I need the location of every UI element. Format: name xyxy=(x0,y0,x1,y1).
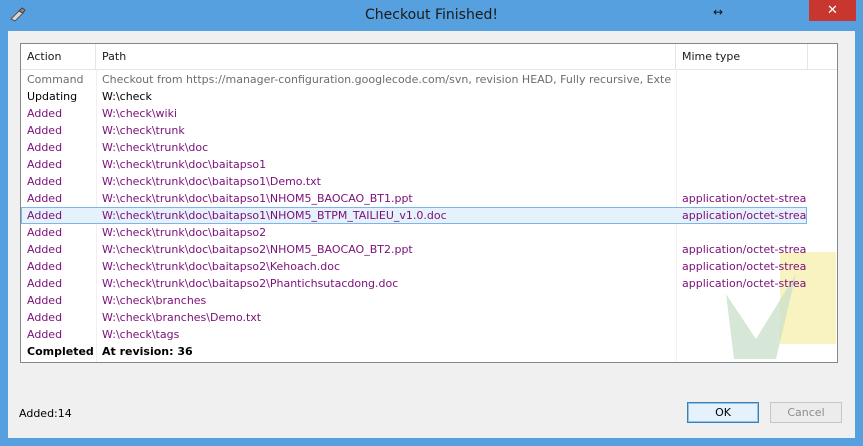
table-row[interactable]: Added W:\check\trunk\doc\baitapso1 xyxy=(21,156,837,173)
column-header-path[interactable]: Path xyxy=(96,44,676,69)
row-mime-type: application/octet-stream xyxy=(682,277,807,290)
row-path: W:\check\trunk xyxy=(102,124,185,137)
row-mime-type xyxy=(682,122,807,139)
table-row[interactable]: Command Checkout from https://manager-con… xyxy=(21,71,837,88)
title-bar[interactable]: Checkout Finished! ↔ ✕ xyxy=(0,0,863,32)
row-action: Added xyxy=(27,209,63,222)
dialog-window: Checkout Finished! ↔ ✕ Action Path Mime … xyxy=(0,0,863,446)
dialog-body: Action Path Mime type Command Checkout fr… xyxy=(8,31,855,438)
row-action: Added xyxy=(27,124,63,137)
row-mime-type xyxy=(682,224,807,241)
ok-button-label: OK xyxy=(715,406,731,419)
row-mime-type: application/octet-stream xyxy=(682,192,807,205)
row-path: W:\check\trunk\doc xyxy=(102,141,209,154)
row-action: Added xyxy=(27,226,63,239)
table-row[interactable]: Added W:\check\trunk\doc\baitapso2\Kehoac… xyxy=(21,258,837,275)
cancel-button[interactable]: Cancel xyxy=(770,402,842,423)
list-header: Action Path Mime type xyxy=(21,44,837,70)
row-action: Updating xyxy=(27,90,78,103)
row-path: W:\check\trunk\doc\baitapso1\NHOM5_BTPM_… xyxy=(102,209,447,222)
ok-button[interactable]: OK xyxy=(687,402,759,423)
table-row[interactable]: Added W:\check\trunk\doc\baitapso2 xyxy=(21,224,837,241)
row-action: Added xyxy=(27,107,63,120)
row-path: W:\check\trunk\doc\baitapso2 xyxy=(102,226,267,239)
row-action: Added xyxy=(27,175,63,188)
window-title: Checkout Finished! xyxy=(365,7,498,23)
close-icon: ✕ xyxy=(827,3,838,18)
table-row[interactable]: Completed At revision: 36 xyxy=(21,343,837,360)
row-action: Added xyxy=(27,243,63,256)
row-path: W:\check\tags xyxy=(102,328,180,341)
results-list[interactable]: Action Path Mime type Command Checkout fr… xyxy=(20,43,838,363)
row-mime-type xyxy=(682,343,807,360)
list-rows: Command Checkout from https://manager-con… xyxy=(21,71,837,360)
column-header-action[interactable]: Action xyxy=(21,44,96,69)
row-mime-type: application/octet-stream xyxy=(682,209,807,222)
row-action: Added xyxy=(27,260,63,273)
row-mime-type xyxy=(682,71,807,88)
cancel-button-label: Cancel xyxy=(787,406,825,419)
table-row[interactable]: Added W:\check\wiki xyxy=(21,105,837,122)
row-mime-type xyxy=(682,139,807,156)
table-row[interactable]: Added W:\check\trunk\doc xyxy=(21,139,837,156)
row-mime-type xyxy=(682,292,807,309)
row-mime-type xyxy=(682,88,807,105)
table-row[interactable]: Added W:\check\tags xyxy=(21,326,837,343)
row-action: Added xyxy=(27,328,63,341)
table-row[interactable]: Added W:\check\trunk\doc\baitapso2\NHOM5_… xyxy=(21,241,837,258)
column-header-mime-type[interactable]: Mime type xyxy=(676,44,808,69)
row-mime-type xyxy=(682,156,807,173)
close-button[interactable]: ✕ xyxy=(809,0,856,21)
table-row[interactable]: Added W:\check\trunk\doc\baitapso2\Phanti… xyxy=(21,275,837,292)
row-action: Completed xyxy=(27,345,94,358)
resize-icon[interactable]: ↔ xyxy=(713,5,723,19)
row-action: Command xyxy=(27,73,84,86)
row-path: W:\check\branches\Demo.txt xyxy=(102,311,262,324)
table-row[interactable]: Added W:\check\trunk\doc\baitapso1\NHOM5_… xyxy=(21,207,807,224)
row-path: W:\check\trunk\doc\baitapso2\Kehoach.doc xyxy=(102,260,341,273)
row-path: W:\check\trunk\doc\baitapso2\Phantichsut… xyxy=(102,277,399,290)
table-row[interactable]: Added W:\check\branches\Demo.txt xyxy=(21,309,837,326)
row-mime-type xyxy=(682,173,807,190)
row-mime-type xyxy=(682,309,807,326)
row-path: W:\check\wiki xyxy=(102,107,178,120)
row-action: Added xyxy=(27,311,63,324)
row-mime-type: application/octet-stream xyxy=(682,260,807,273)
row-path: W:\check\trunk\doc\baitapso1 xyxy=(102,158,267,171)
row-action: Added xyxy=(27,158,63,171)
row-action: Added xyxy=(27,141,63,154)
row-path: W:\check xyxy=(102,90,152,103)
row-action: Added xyxy=(27,192,63,205)
row-mime-type: application/octet-stream xyxy=(682,243,807,256)
row-mime-type xyxy=(682,105,807,122)
table-row[interactable]: Added W:\check\trunk xyxy=(21,122,837,139)
row-path: At revision: 36 xyxy=(102,345,193,358)
table-row[interactable]: Added W:\check\trunk\doc\baitapso1\NHOM5_… xyxy=(21,190,837,207)
row-path: W:\check\trunk\doc\baitapso1\Demo.txt xyxy=(102,175,321,188)
status-text: Added:14 xyxy=(19,407,72,420)
table-row[interactable]: Updating W:\check xyxy=(21,88,837,105)
table-row[interactable]: Added W:\check\branches xyxy=(21,292,837,309)
row-action: Added xyxy=(27,277,63,290)
row-path: W:\check\trunk\doc\baitapso1\NHOM5_BAOCA… xyxy=(102,192,413,205)
row-action: Added xyxy=(27,294,63,307)
row-mime-type xyxy=(682,326,807,343)
row-path: Checkout from https://manager-configurat… xyxy=(102,73,672,86)
row-path: W:\check\trunk\doc\baitapso2\NHOM5_BAOCA… xyxy=(102,243,413,256)
table-row[interactable]: Added W:\check\trunk\doc\baitapso1\Demo.t… xyxy=(21,173,837,190)
row-path: W:\check\branches xyxy=(102,294,207,307)
column-header-filler xyxy=(808,44,837,69)
